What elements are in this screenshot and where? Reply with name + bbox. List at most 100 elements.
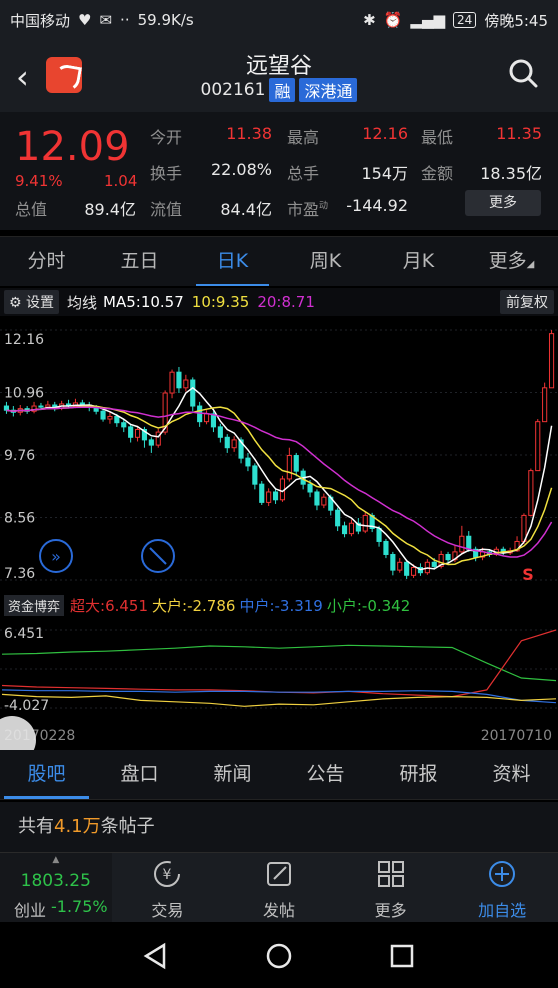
expand-icon[interactable] [141,539,175,573]
kline-grid [0,329,558,581]
turnover-value: 22.08% [210,160,272,179]
candle-body [293,455,299,472]
candle-body [314,491,320,506]
high-label: 最高 [287,128,320,147]
nav-back-icon[interactable] [142,942,170,970]
kline-y-tick: 9.76 [4,448,35,464]
tab-monthly-k[interactable]: 月K [372,237,465,286]
float-value: 84.4亿 [220,200,272,219]
quote-panel: 12.09 9.41% 1.04 今开 11.38 最高 12.16 最低 11… [0,112,558,230]
svg-text:»: » [51,547,61,566]
search-icon[interactable] [508,58,538,88]
plus-circle-icon [489,861,516,887]
nav-home-icon[interactable] [265,942,293,970]
adjust-button[interactable]: 前复权 [500,290,554,314]
fund-flow-button[interactable]: 资金博弈 [4,594,65,616]
post-button[interactable]: 发帖 [223,853,335,922]
fund-flow-chart: 6.451 -4.027 [0,626,558,714]
kline-chart[interactable]: 12.16 10.96 9.76 8.56 7.36 » S [0,318,558,592]
more-button[interactable]: 更多 [335,853,447,922]
candle-body [431,561,437,567]
ma5-value: MA5:10.57 [103,293,184,311]
turnover-label: 换手 [150,164,183,183]
svg-text:¥: ¥ [163,867,172,883]
flow-line-big [1,693,557,707]
change-amount: 1.04 [104,172,138,190]
candle-body [307,483,313,493]
kline-y-tick: 8.56 [4,511,35,527]
flow-lines [1,629,557,707]
more-dots-icon: ·· [120,11,130,29]
edit-icon [266,862,291,886]
bottom-toolbar: ▲ 1803.25 创业 -1.75% ¥ 交易 发帖 更多 加自选 [0,852,558,922]
period-tabs: 分时 五日 日K 周K 月K 更多◢ [0,236,558,286]
candle-body [390,553,396,571]
candle-body [404,561,410,576]
ma20-line [6,406,553,558]
forward-icon[interactable]: » [39,539,73,573]
connect-tag: 深港通 [299,78,358,102]
index-ticker[interactable]: ▲ 1803.25 创业 -1.75% [0,853,112,922]
kline-y-tick: 10.96 [4,386,44,402]
bluetooth-icon: ✱ [363,11,376,29]
trade-button[interactable]: ¥ 交易 [112,853,224,922]
tab-forum[interactable]: 股吧 [0,750,93,799]
candle-body [397,561,403,571]
stock-code: 002161 [200,80,266,100]
grid-icon [377,861,404,887]
candle-body [383,540,389,555]
tab-announcements[interactable]: 公告 [279,750,372,799]
candle-body [266,491,272,503]
tab-five-day[interactable]: 五日 [93,237,186,286]
add-watchlist-button[interactable]: 加自选 [446,853,558,922]
margin-tag: 融 [269,78,296,102]
tab-news[interactable]: 新闻 [186,750,279,799]
float-value-label: 流值 [150,200,183,219]
total-value-label: 总值 [15,200,48,219]
small-value: 小户:-0.342 [326,596,411,615]
alarm-icon: ⏰ [383,11,403,29]
flow-y-min: -4.027 [4,698,49,714]
super-large-value: 超大:6.451 [70,596,149,615]
carrier: 中国移动 [10,11,71,30]
candle-body [321,496,327,506]
candle-body [528,470,534,516]
fund-flow-bar: 资金博弈 超大:6.451 大户:-2.786 中户:-3.319 小户:-0.… [0,593,558,617]
settings-button[interactable]: ⚙ 设置 [4,290,60,314]
open-value: 11.38 [226,124,272,143]
candle-body [183,379,189,389]
triangle-icon: ◢ [526,259,535,270]
kline-y-tick: 7.36 [4,566,35,582]
amount-label: 金额 [421,164,454,183]
tab-weekly-k[interactable]: 周K [279,237,372,286]
candle-body [217,426,223,438]
tab-more[interactable]: 更多◢ [465,237,558,286]
tab-intraday[interactable]: 分时 [0,237,93,286]
candle-body [231,439,237,449]
caret-up-icon: ▲ [52,855,60,865]
candle-body [335,509,341,527]
candle-body [548,333,555,389]
envelope-icon: ✉ [99,11,113,29]
candle-body [272,491,279,501]
kline-candles [3,330,555,579]
ma10-value: 10:9.35 [191,293,250,311]
tab-daily-k[interactable]: 日K [186,237,279,286]
candle-body [459,535,465,553]
tab-profile[interactable]: 资料 [465,750,558,799]
tab-research[interactable]: 研报 [372,750,465,799]
heart-icon: ♥ [78,11,92,29]
candle-body [100,410,106,420]
candle-body [362,514,368,532]
ma-bar: ⚙ 设置 均线 MA5:10.57 10:9.35 20:8.71 前复权 [0,288,558,316]
tab-orderbook[interactable]: 盘口 [93,750,186,799]
nav-recents-icon[interactable] [388,942,416,970]
candle-body [245,457,251,467]
candle-body [286,455,292,480]
index-percent: -1.75% [50,897,108,916]
sell-marker: S [522,565,534,584]
more-quote-button[interactable]: 更多 [465,190,541,216]
volume-value: 154万 [361,164,408,183]
high-value: 12.16 [362,124,408,143]
candle-body [535,421,541,472]
